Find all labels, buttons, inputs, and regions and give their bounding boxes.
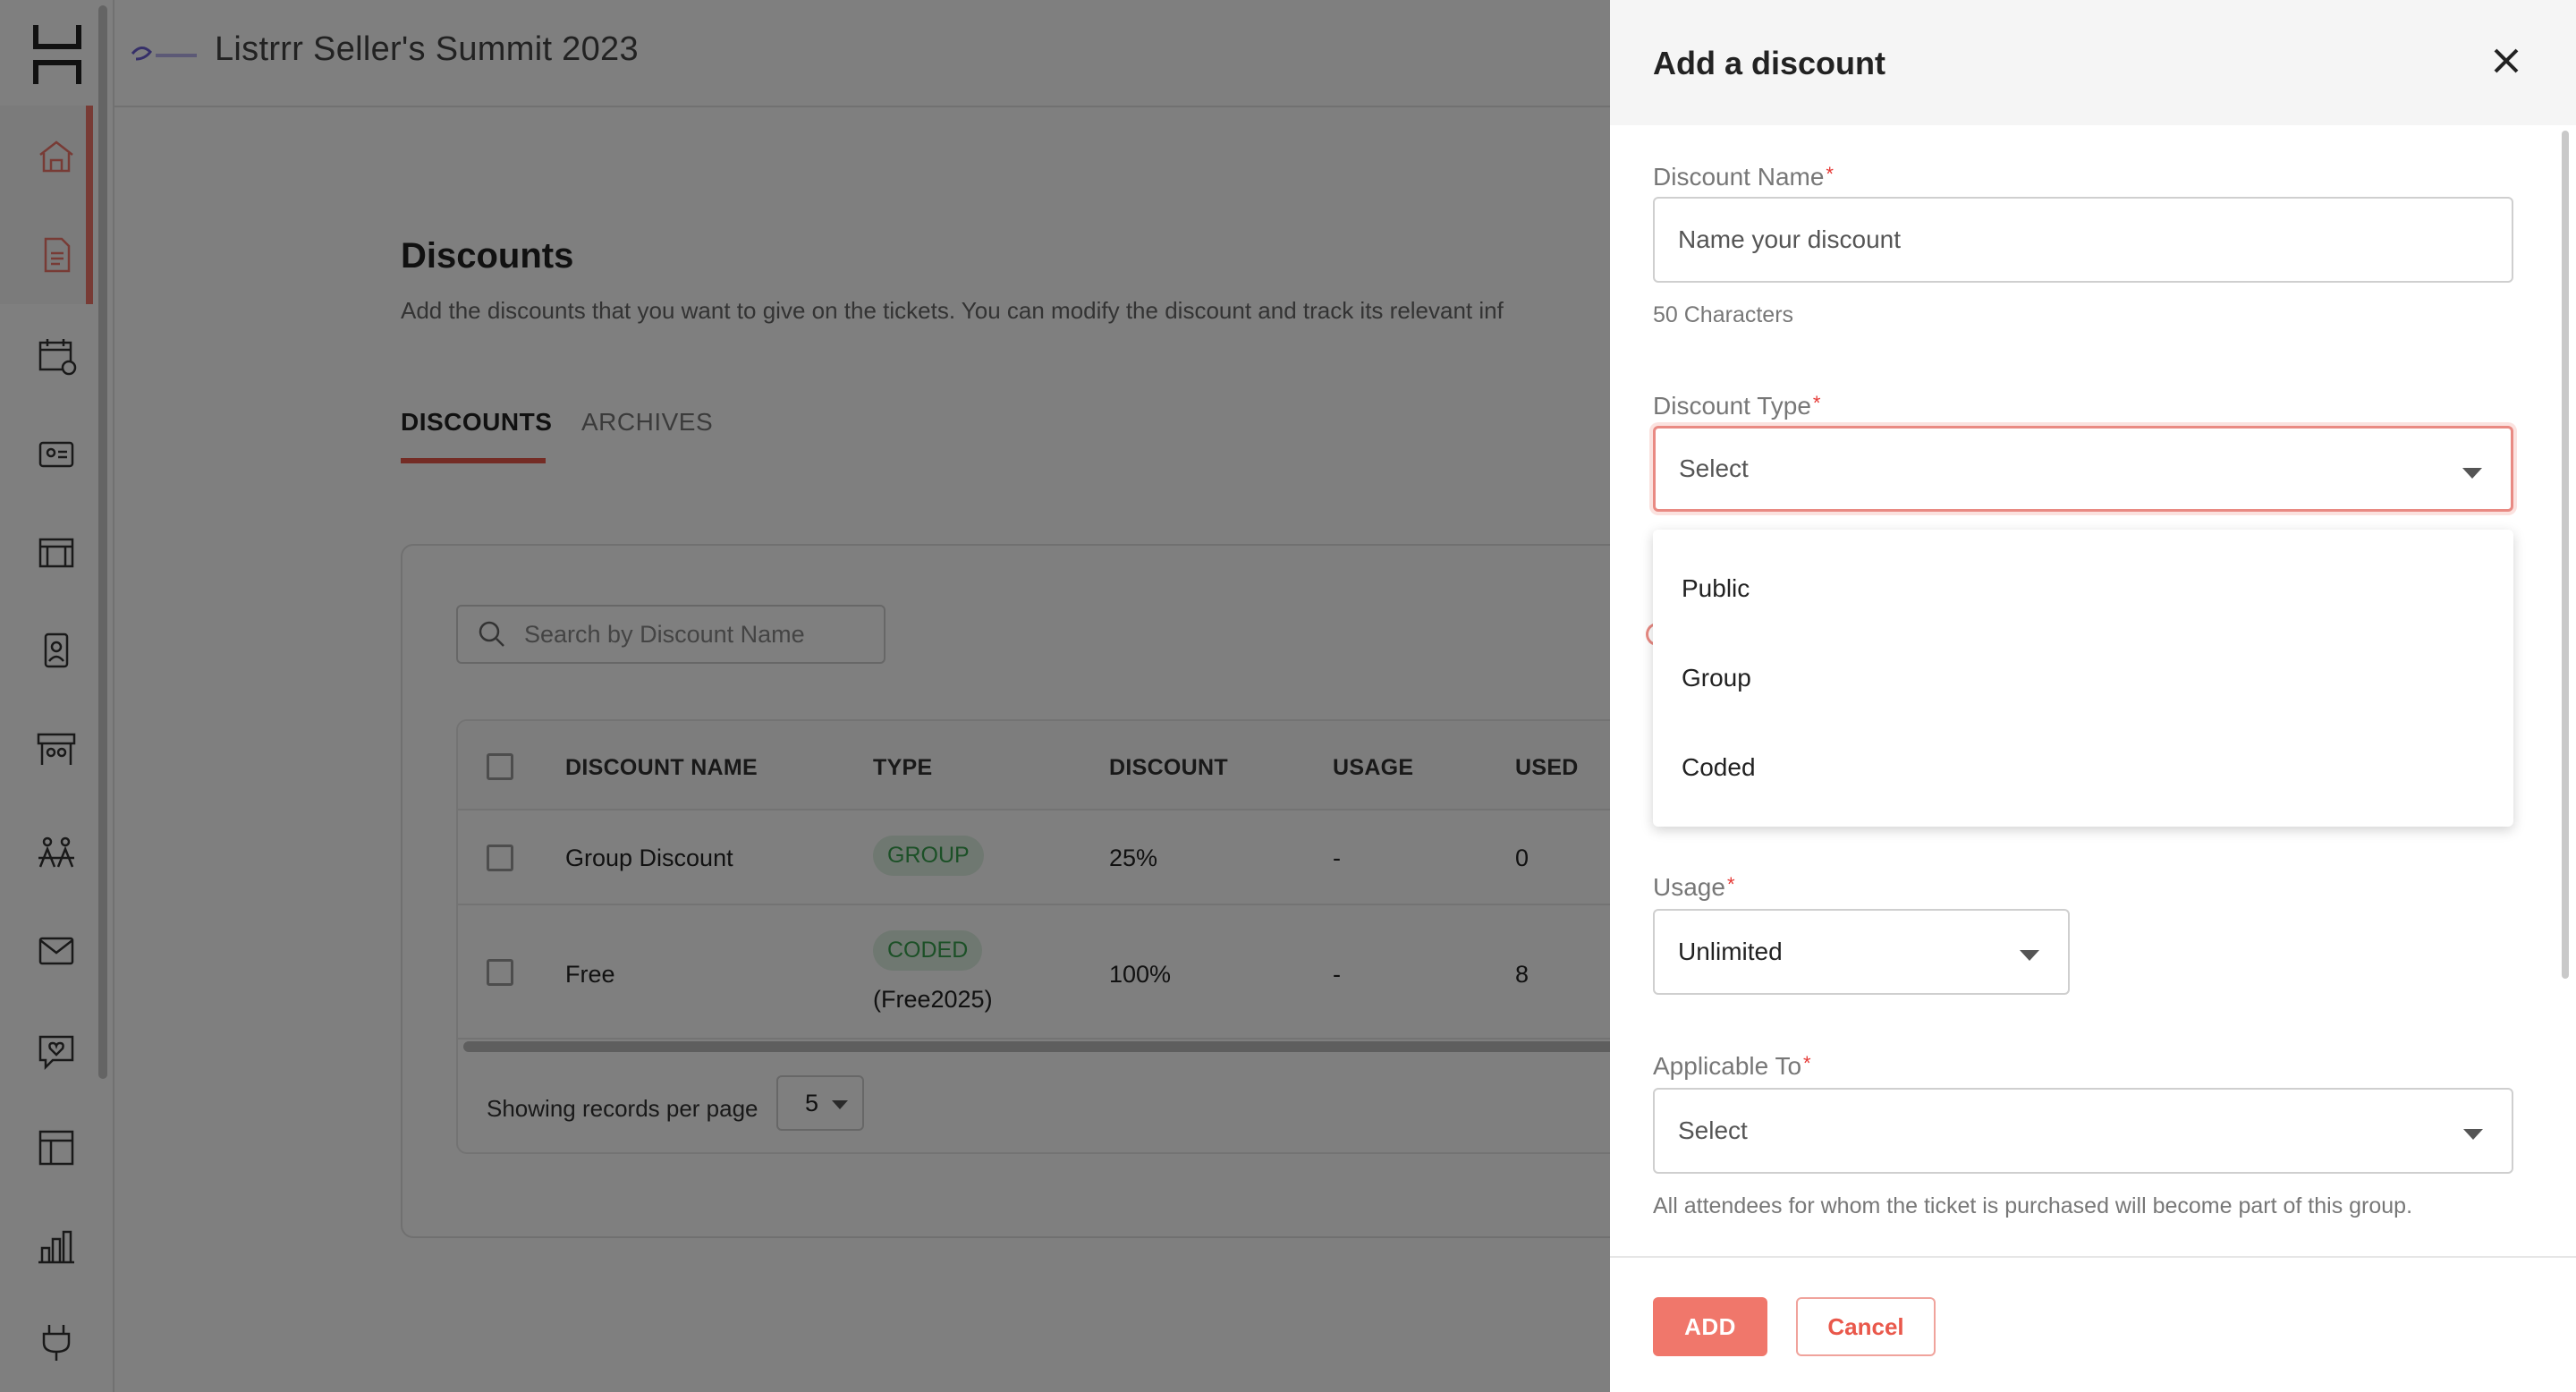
usage-value: Unlimited (1678, 938, 1783, 965)
add-button[interactable]: ADD (1653, 1297, 1767, 1356)
caret-down-icon (2463, 1129, 2483, 1140)
close-icon[interactable] (2487, 41, 2526, 81)
usage-label: Usage* (1653, 873, 1735, 901)
discount-name-field[interactable]: Name your discount (1653, 197, 2513, 283)
discount-name-label: Discount Name* (1653, 163, 1834, 191)
usage-select[interactable]: Unlimited (1653, 909, 2070, 995)
cancel-button[interactable]: Cancel (1796, 1297, 1936, 1356)
drawer-scrollbar[interactable] (2562, 131, 2569, 979)
drawer-footer: ADD Cancel (1610, 1256, 2576, 1392)
applicable-to-select[interactable]: Select (1653, 1088, 2513, 1174)
add-discount-drawer: Add a discount Discount Name* Name your … (1610, 0, 2576, 1392)
discount-type-value: Select (1679, 454, 1749, 482)
discount-name-helper: 50 Characters (1653, 302, 1794, 327)
discount-type-select[interactable]: Select (1653, 426, 2513, 512)
drawer-title: Add a discount (1653, 45, 1885, 81)
dropdown-option-group[interactable]: Group (1682, 664, 1751, 692)
applicable-to-value: Select (1678, 1116, 1748, 1144)
discount-type-label: Discount Type* (1653, 392, 1821, 420)
caret-down-icon (2020, 950, 2039, 961)
discount-type-dropdown: Public Group Coded (1653, 530, 2513, 827)
discount-name-input[interactable]: Name your discount (1678, 225, 1901, 254)
drawer-header: Add a discount (1610, 0, 2576, 125)
dropdown-option-public[interactable]: Public (1682, 574, 1750, 603)
dropdown-option-coded[interactable]: Coded (1682, 753, 1756, 782)
modal-backdrop[interactable] (0, 0, 1610, 1392)
applicable-to-label: Applicable To* (1653, 1052, 1811, 1080)
caret-down-icon (2462, 468, 2482, 479)
applicable-to-helper: All attendees for whom the ticket is pur… (1653, 1193, 2413, 1218)
